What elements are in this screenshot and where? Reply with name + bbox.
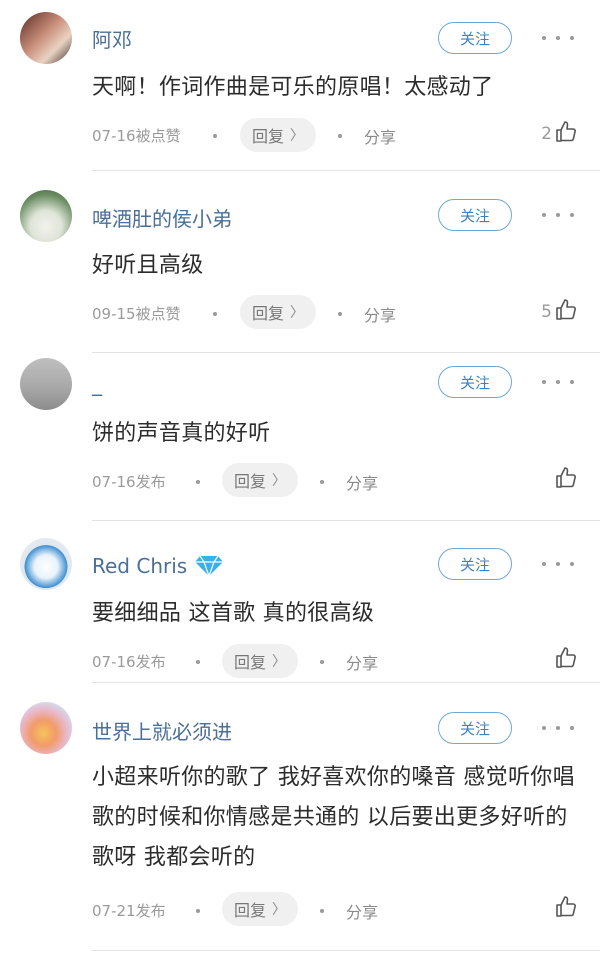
like-button[interactable] [552,895,578,919]
avatar[interactable] [20,12,72,64]
follow-button[interactable]: 关注 [438,548,512,580]
reply-button[interactable]: 回复〉 [222,644,299,678]
share-button[interactable]: 分享 [346,899,378,923]
reply-label: 回复 [234,653,267,672]
reply-button[interactable]: 回复〉 [240,118,317,152]
reply-button[interactable]: 回复〉 [240,295,317,329]
username[interactable]: 世界上就必须进 [92,716,232,745]
chevron-right-icon: 〉 [272,473,287,489]
separator-dot [213,134,217,138]
more-dots-icon[interactable] [538,205,578,225]
thumbs-up-icon [556,299,576,320]
like-button[interactable]: 5 [541,298,578,322]
more-dots-icon[interactable] [538,372,578,392]
like-count: 5 [541,302,552,322]
diamond-icon [195,555,224,577]
comment-text: 好听且高级 [92,253,204,278]
follow-button[interactable]: 关注 [438,712,512,744]
chevron-right-icon: 〉 [272,654,287,670]
reply-label: 回复 [234,901,267,920]
avatar[interactable] [20,358,72,410]
avatar[interactable] [20,538,72,590]
comment-meta: 07-21发布 [92,902,166,920]
reply-button[interactable]: 回复〉 [222,463,299,497]
share-button[interactable]: 分享 [346,650,378,674]
comment-item: _ 关注 饼的声音真的好听 07-16发布 回复〉 分享 [0,352,600,520]
comment-meta: 07-16发布 [92,653,166,671]
separator-dot [320,480,324,484]
comment-meta: 07-16发布 [92,473,166,491]
more-dots-icon[interactable] [538,28,578,48]
thumbs-up-icon [556,121,576,142]
comment-text: 天啊！作词作曲是可乐的原唱！太感动了 [92,75,494,100]
like-button[interactable] [552,646,578,670]
reply-label: 回复 [252,127,285,146]
username[interactable]: 啤酒肚的侯小弟 [92,203,232,232]
reply-label: 回复 [234,472,267,491]
comment-meta: 09-15被点赞 [92,305,181,323]
comment-meta: 07-16被点赞 [92,127,181,145]
like-button[interactable]: 2 [541,120,578,144]
divider [92,950,600,951]
separator-dot [213,312,217,316]
chevron-right-icon: 〉 [290,128,305,144]
comment-item: Red Chris 关注 要细细品 这首歌 真的很高级 07-16发布 回复〉 … [0,520,600,682]
separator-dot [196,480,200,484]
follow-button[interactable]: 关注 [438,22,512,54]
username-text[interactable]: 世界上就必须进 [92,716,232,745]
chevron-right-icon: 〉 [272,902,287,918]
follow-button[interactable]: 关注 [438,199,512,231]
username[interactable]: _ [92,372,102,396]
comment-text: 小超来听你的歌了 我好喜欢你的嗓音 感觉听你唱歌的时候和你情感是共通的 以后要出… [92,765,575,870]
more-dots-icon[interactable] [538,718,578,738]
username-text[interactable]: 阿邓 [92,24,132,53]
more-dots-icon[interactable] [538,554,578,574]
avatar[interactable] [20,190,72,242]
comment-item: 阿邓 关注 天啊！作词作曲是可乐的原唱！太感动了 07-16被点赞 回复〉 分享… [0,0,600,170]
thumbs-up-icon [556,467,576,488]
comment-item: 啤酒肚的侯小弟 关注 好听且高级 09-15被点赞 回复〉 分享 5 [0,170,600,352]
like-count: 2 [541,124,552,144]
comment-item: 世界上就必须进 关注 小超来听你的歌了 我好喜欢你的嗓音 感觉听你唱歌的时候和你… [0,682,600,950]
username[interactable]: 阿邓 [92,24,132,53]
avatar[interactable] [20,702,72,754]
comment-text: 饼的声音真的好听 [92,421,271,446]
chevron-right-icon: 〉 [290,305,305,321]
follow-button[interactable]: 关注 [438,366,512,398]
reply-label: 回复 [252,304,285,323]
separator-dot [320,660,324,664]
share-button[interactable]: 分享 [346,470,378,494]
username-text[interactable]: Red Chris [92,554,187,578]
share-button[interactable]: 分享 [364,124,396,148]
username-text[interactable]: _ [92,372,102,396]
thumbs-up-icon [556,647,576,668]
separator-dot [320,909,324,913]
separator-dot [338,134,342,138]
username-text[interactable]: 啤酒肚的侯小弟 [92,203,232,232]
separator-dot [338,312,342,316]
separator-dot [196,909,200,913]
comment-text: 要细细品 这首歌 真的很高级 [92,601,375,626]
separator-dot [196,660,200,664]
username[interactable]: Red Chris [92,554,224,578]
reply-button[interactable]: 回复〉 [222,892,299,926]
like-button[interactable] [552,466,578,490]
thumbs-up-icon [556,896,576,917]
share-button[interactable]: 分享 [364,302,396,326]
